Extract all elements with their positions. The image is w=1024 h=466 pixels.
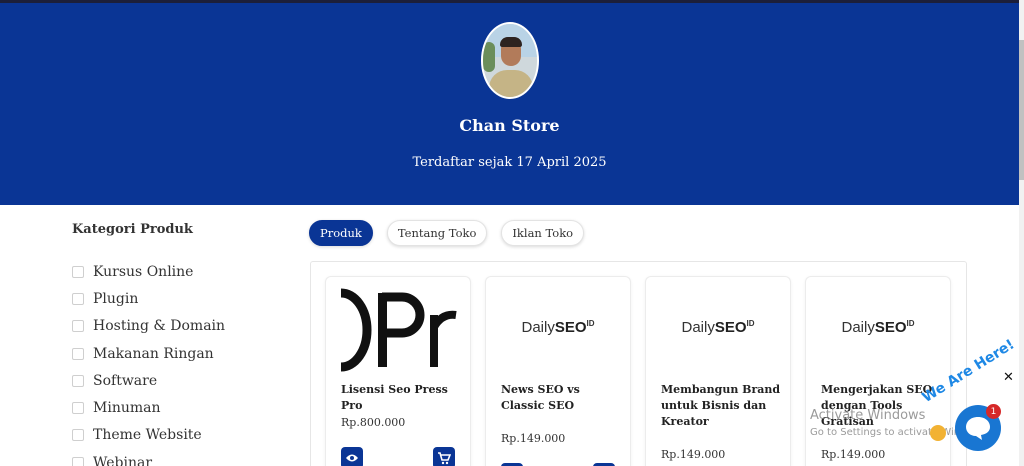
category-checkbox[interactable] bbox=[72, 374, 84, 387]
activate-windows-watermark: Activate Windows bbox=[810, 408, 926, 423]
category-item[interactable]: Software bbox=[72, 367, 225, 394]
product-price: Rp.149.000 bbox=[501, 432, 566, 445]
category-checkbox[interactable] bbox=[72, 402, 84, 415]
product-thumbnail[interactable]: DailySEOID bbox=[806, 277, 950, 377]
product-card[interactable]: DailySEOID News SEO vs Classic SEO Rp.14… bbox=[485, 276, 631, 466]
store-tabs: Produk Tentang Toko Iklan Toko bbox=[309, 220, 585, 246]
category-label: Makanan Ringan bbox=[93, 345, 214, 362]
view-product-button[interactable] bbox=[341, 447, 363, 466]
product-price: Rp.149.000 bbox=[821, 448, 886, 461]
category-checkbox[interactable] bbox=[72, 429, 84, 442]
page-scrollbar[interactable] bbox=[1019, 0, 1024, 466]
store-avatar bbox=[481, 22, 539, 99]
product-thumbnail[interactable]: DailySEOID bbox=[646, 277, 790, 377]
daily-seo-logo: DailySEOID bbox=[841, 319, 915, 336]
waving-hand-icon bbox=[930, 425, 946, 441]
product-title[interactable]: Lisensi Seo Press Pro bbox=[341, 382, 461, 414]
product-thumbnail[interactable] bbox=[326, 277, 470, 377]
category-item[interactable]: Kursus Online bbox=[72, 258, 225, 285]
category-filter-list: Kursus Online Plugin Hosting & Domain Ma… bbox=[72, 258, 225, 466]
product-title[interactable]: Membangun Brand untuk Bisnis dan Kreator bbox=[661, 382, 781, 430]
category-label: Theme Website bbox=[93, 427, 202, 444]
chat-icon bbox=[966, 417, 990, 440]
category-item[interactable]: Hosting & Domain bbox=[72, 313, 225, 340]
chat-notification-badge: 1 bbox=[986, 404, 1001, 419]
registered-since-text: Terdaftar sejak 17 April 2025 bbox=[412, 155, 607, 170]
category-label: Software bbox=[93, 372, 158, 389]
store-name: Chan Store bbox=[459, 116, 560, 135]
category-filter-title: Kategori Produk bbox=[72, 222, 193, 237]
category-checkbox[interactable] bbox=[72, 292, 84, 305]
tab-tentang-toko[interactable]: Tentang Toko bbox=[386, 220, 488, 246]
product-thumbnail[interactable]: DailySEOID bbox=[486, 277, 630, 377]
close-chat-prompt-button[interactable]: ✕ bbox=[1003, 370, 1014, 385]
product-price: Rp.800.000 bbox=[341, 416, 406, 429]
category-checkbox[interactable] bbox=[72, 320, 84, 333]
category-label: Plugin bbox=[93, 290, 139, 307]
category-label: Hosting & Domain bbox=[93, 318, 226, 335]
daily-seo-logo: DailySEOID bbox=[681, 319, 755, 336]
category-label: Minuman bbox=[93, 400, 161, 417]
category-label: Kursus Online bbox=[93, 263, 194, 280]
category-item[interactable]: Theme Website bbox=[72, 422, 225, 449]
category-item[interactable]: Plugin bbox=[72, 285, 225, 312]
cart-icon bbox=[438, 452, 451, 465]
product-card[interactable]: DailySEOID Membangun Brand untuk Bisnis … bbox=[645, 276, 791, 466]
product-price: Rp.149.000 bbox=[661, 448, 726, 461]
scrollbar-thumb[interactable] bbox=[1019, 40, 1024, 180]
add-to-cart-button[interactable] bbox=[433, 447, 455, 466]
eye-icon bbox=[346, 454, 358, 462]
category-checkbox[interactable] bbox=[72, 456, 84, 466]
category-label: Webinar bbox=[93, 454, 153, 466]
tab-produk[interactable]: Produk bbox=[309, 220, 373, 246]
tab-iklan-toko[interactable]: Iklan Toko bbox=[501, 220, 585, 246]
daily-seo-logo: DailySEOID bbox=[521, 319, 595, 336]
category-checkbox[interactable] bbox=[72, 347, 84, 360]
category-item[interactable]: Makanan Ringan bbox=[72, 340, 225, 367]
category-item[interactable]: Minuman bbox=[72, 394, 225, 421]
category-item[interactable]: Webinar bbox=[72, 449, 225, 466]
product-title[interactable]: News SEO vs Classic SEO bbox=[501, 382, 621, 414]
category-checkbox[interactable] bbox=[72, 265, 84, 278]
product-card[interactable]: Lisensi Seo Press Pro Rp.800.000 bbox=[325, 276, 471, 466]
